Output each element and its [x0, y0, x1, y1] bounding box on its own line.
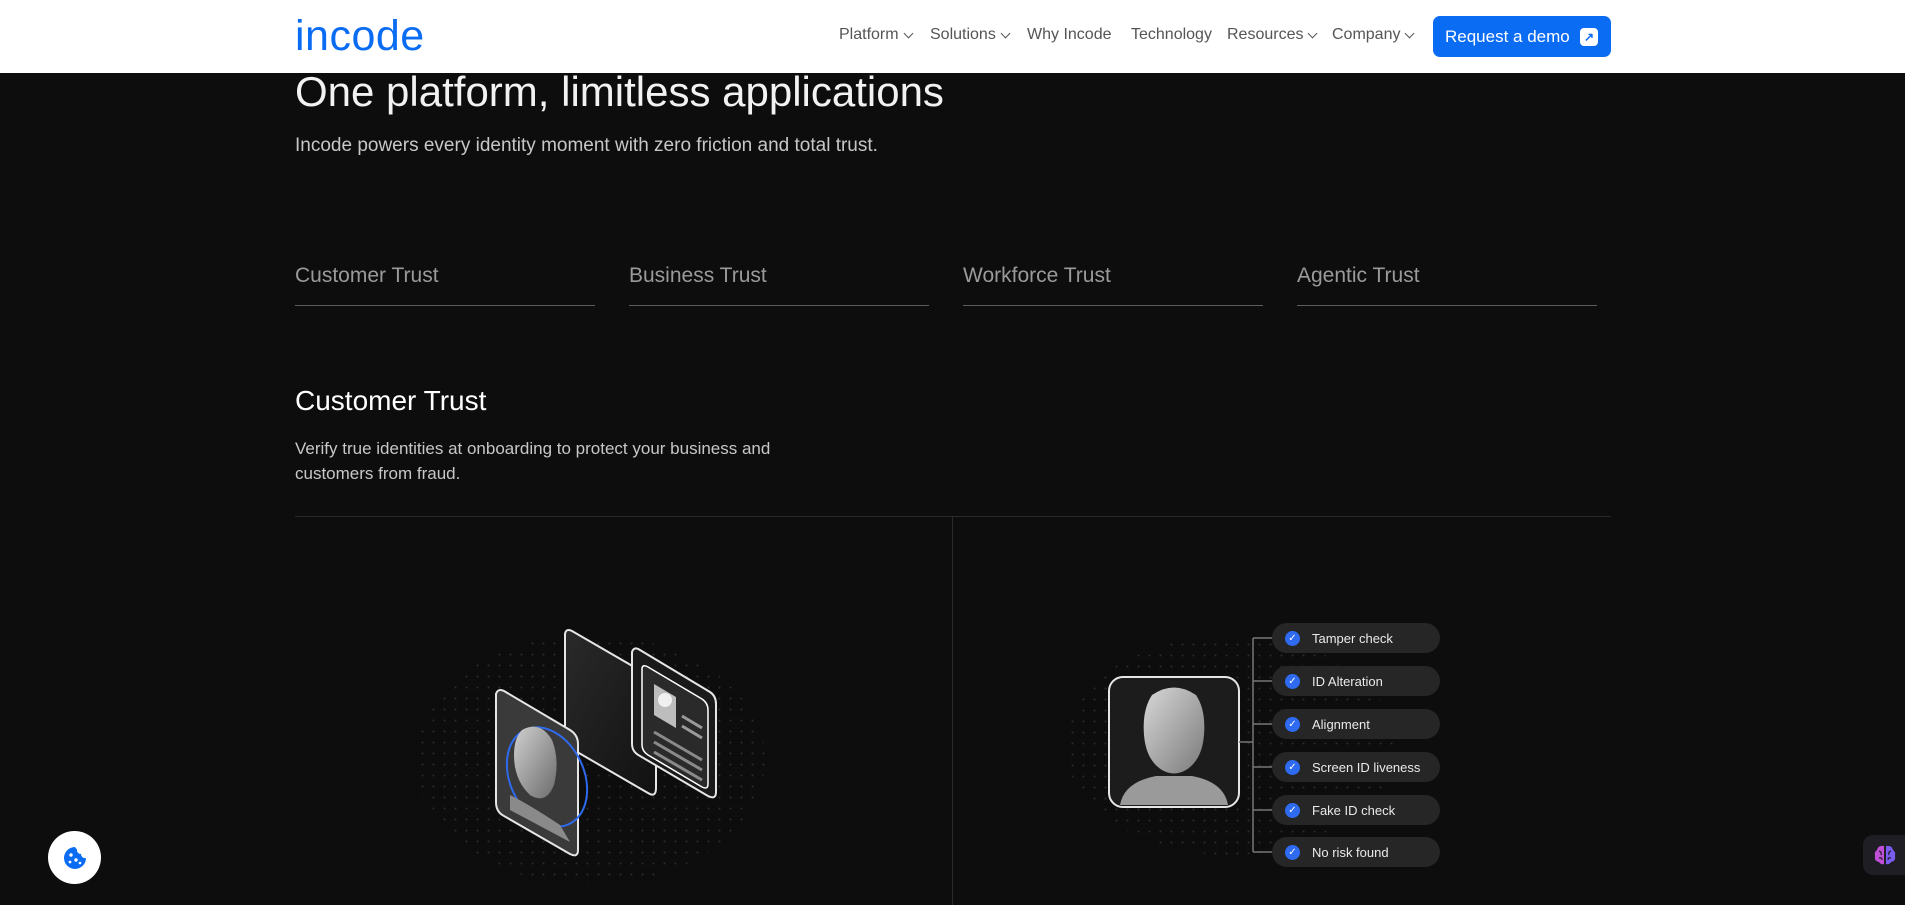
tab-workforce-trust[interactable]: Workforce Trust — [963, 264, 1263, 306]
check-label: Tamper check — [1312, 630, 1393, 646]
identity-cards-illustration — [415, 629, 765, 885]
nav-label: Company — [1332, 26, 1401, 43]
check-label: ID Alteration — [1312, 673, 1383, 689]
check-icon: ✓ — [1285, 673, 1300, 689]
nav-label: Solutions — [930, 26, 996, 43]
request-demo-button[interactable]: Request a demo ↗ — [1433, 16, 1611, 57]
check-icon: ✓ — [1285, 802, 1300, 818]
cookie-settings-button[interactable] — [48, 831, 101, 884]
column-divider — [952, 516, 953, 905]
check-label: Fake ID check — [1312, 802, 1396, 818]
check-item-alignment: ✓ Alignment — [1272, 709, 1440, 739]
section-description: Verify true identities at onboarding to … — [295, 439, 771, 483]
site-header: incode Platform Solutions Why Incode Tec… — [0, 0, 1905, 73]
ai-assistant-button[interactable] — [1863, 835, 1905, 875]
chevron-down-icon — [1405, 28, 1415, 38]
check-item-fake-id: ✓ Fake ID check — [1272, 795, 1440, 825]
nav-company[interactable]: Company — [1332, 26, 1415, 44]
tab-customer-trust[interactable]: Customer Trust — [295, 264, 595, 306]
section-divider — [295, 516, 1611, 517]
nav-label: Resources — [1227, 26, 1304, 43]
nav-label: Platform — [839, 26, 899, 43]
nav-technology[interactable]: Technology — [1131, 26, 1212, 44]
arrow-up-right-icon: ↗ — [1580, 28, 1598, 46]
check-icon: ✓ — [1285, 716, 1300, 732]
hero-subtitle: Incode powers every identity moment with… — [295, 135, 878, 156]
check-icon: ✓ — [1285, 759, 1300, 775]
tab-agentic-trust[interactable]: Agentic Trust — [1297, 264, 1597, 306]
tab-business-trust[interactable]: Business Trust — [629, 264, 929, 306]
check-label: No risk found — [1312, 844, 1389, 860]
nav-resources[interactable]: Resources — [1227, 26, 1318, 44]
check-item-tamper: ✓ Tamper check — [1272, 623, 1440, 653]
brain-icon — [1874, 845, 1896, 865]
check-item-screen-liveness: ✓ Screen ID liveness — [1272, 752, 1440, 782]
check-item-no-risk: ✓ No risk found — [1272, 837, 1440, 867]
check-item-id-alteration: ✓ ID Alteration — [1272, 666, 1440, 696]
section-title: Customer Trust — [295, 385, 487, 416]
check-icon: ✓ — [1285, 630, 1300, 646]
request-demo-label: Request a demo — [1445, 26, 1570, 46]
nav-label: Technology — [1131, 26, 1212, 43]
hero-title: One platform, limitless applications — [295, 68, 944, 115]
cookie-icon — [63, 846, 86, 869]
nav-solutions[interactable]: Solutions — [930, 26, 1011, 44]
check-label: Alignment — [1312, 716, 1370, 732]
nav-label: Why Incode — [1027, 26, 1112, 43]
check-icon: ✓ — [1285, 844, 1300, 860]
nav-why-incode[interactable]: Why Incode — [1027, 26, 1111, 44]
check-label: Screen ID liveness — [1312, 759, 1421, 775]
chevron-down-icon — [1000, 28, 1011, 38]
nav-platform[interactable]: Platform — [839, 26, 914, 44]
chevron-down-icon — [1308, 28, 1318, 38]
chevron-down-icon — [903, 28, 914, 38]
incode-logo[interactable]: incode — [295, 12, 425, 61]
